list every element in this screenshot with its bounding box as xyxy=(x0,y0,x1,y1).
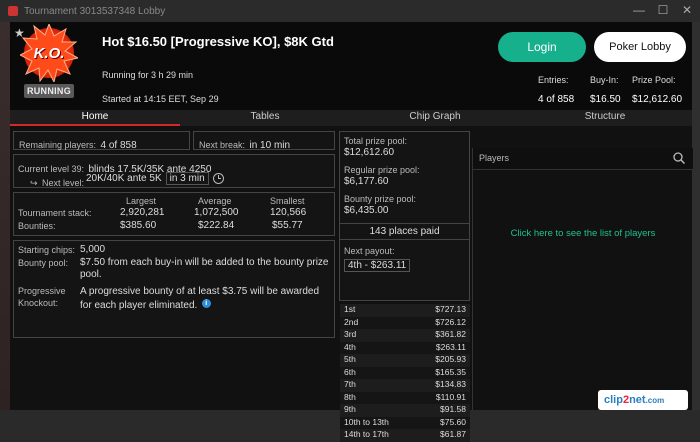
next-break-value: in 10 min xyxy=(249,140,291,151)
running-duration: Running for 3 h 29 min xyxy=(102,70,194,80)
tournament-header: ★ K.O. RUNNING Hot $16.50 [Progressive K… xyxy=(10,22,692,110)
info-icon[interactable]: i xyxy=(201,299,211,309)
tournament-info-box: Starting chips: 5,000 Bounty pool: $7.50… xyxy=(13,240,335,338)
remaining-players-value: 4 of 858 xyxy=(100,140,137,151)
bounty-prize-value: $6,435.00 xyxy=(344,205,389,216)
background-window-edge-right xyxy=(692,22,700,410)
knockout-badge-icon: K.O. xyxy=(20,24,78,82)
progressive-knockout-value: A progressive bounty of at least $3.75 w… xyxy=(80,286,320,311)
next-level-arrow-icon: ↪ xyxy=(30,178,38,188)
regular-prize-label: Regular prize pool: xyxy=(344,165,420,175)
next-payout-value: 4th - $263.11 xyxy=(344,259,411,272)
prize-pool-box: Total prize pool: $12,612.60 Regular pri… xyxy=(339,131,470,223)
login-button[interactable]: Login xyxy=(498,32,586,62)
payout-row: 1st $727.13 xyxy=(340,304,470,317)
payout-info-box: 143 places paid Next payout: 4th - $263.… xyxy=(339,223,470,301)
payout-row: 8th $110.91 xyxy=(340,391,470,404)
prizepool-value: $12,612.60 xyxy=(632,94,683,105)
search-icon[interactable] xyxy=(673,152,685,164)
stack-largest: 2,920,281 xyxy=(120,207,165,218)
bounty-smallest: $55.77 xyxy=(272,220,303,231)
prizepool-label: Prize Pool: xyxy=(632,75,676,85)
regular-prize-value: $6,177.60 xyxy=(344,176,389,187)
largest-header: Largest xyxy=(126,196,157,206)
poker-lobby-button[interactable]: Poker Lobby xyxy=(594,32,686,62)
tournament-title: Hot $16.50 [Progressive KO], $8K Gtd xyxy=(102,34,334,49)
bounty-average: $222.84 xyxy=(198,220,235,231)
app-logo-icon xyxy=(8,6,18,16)
average-header: Average xyxy=(198,196,232,206)
progressive-knockout-text: A progressive bounty of at least $3.75 w… xyxy=(80,284,330,312)
stack-stats-box: Largest Average Smallest Tournament stac… xyxy=(13,192,335,236)
levels-box: Current level 39: blinds 17.5K/35K ante … xyxy=(13,154,335,188)
ko-badge-text: K.O. xyxy=(33,44,65,62)
stack-average: 1,072,500 xyxy=(194,207,239,218)
buyin-label: Buy-In: xyxy=(590,75,619,85)
players-header: Players xyxy=(473,148,693,170)
bounty-pool-value: $7.50 from each buy-in will be added to … xyxy=(80,257,329,280)
payout-row: 9th $91.58 xyxy=(340,404,470,417)
players-title: Players xyxy=(479,153,510,163)
next-level-label: Next level: xyxy=(42,178,85,188)
next-level-value: 20K/40K ante 5K xyxy=(86,173,162,184)
next-break-box: Next break: in 10 min xyxy=(193,131,335,151)
bounty-pool-label: Bounty pool: xyxy=(18,258,69,268)
entries-label: Entries: xyxy=(538,75,569,85)
tournament-lobby-window: ★ K.O. RUNNING Hot $16.50 [Progressive K… xyxy=(10,22,693,442)
total-prize-label: Total prize pool: xyxy=(344,136,408,146)
tab-home[interactable]: Home xyxy=(10,110,180,126)
buyin-value: $16.50 xyxy=(590,94,621,105)
payout-row: 6th $165.35 xyxy=(340,366,470,379)
stack-smallest: 120,566 xyxy=(270,207,307,218)
window-controls: — ☐ ✕ xyxy=(632,3,694,17)
tab-structure[interactable]: Structure xyxy=(520,110,690,126)
payout-row: 7th $134.83 xyxy=(340,379,470,392)
payout-row: 2nd $726.12 xyxy=(340,316,470,329)
show-players-link[interactable]: Click here to see the list of players xyxy=(473,228,693,239)
next-payout-label: Next payout: xyxy=(344,246,395,256)
bounties-label: Bounties: xyxy=(18,221,56,231)
site-watermark-logo: clip 2 net .com xyxy=(598,390,688,410)
payout-row: 14th to 17th $61.87 xyxy=(340,429,470,442)
starting-chips-label: Starting chips: xyxy=(18,245,76,255)
clock-icon xyxy=(212,173,224,184)
payout-row: 5th $205.93 xyxy=(340,354,470,367)
home-content: Remaining players: 4 of 858 Next break: … xyxy=(10,126,693,442)
total-prize-value: $12,612.60 xyxy=(344,147,395,158)
next-level-countdown: in 3 min xyxy=(165,172,209,185)
payout-row: 4th $263.11 xyxy=(340,341,470,354)
maximize-button[interactable]: ☐ xyxy=(656,3,670,17)
starting-chips-value: 5,000 xyxy=(80,244,106,255)
payout-row: 10th to 13th $75.60 xyxy=(340,416,470,429)
bounty-largest: $385.60 xyxy=(120,220,157,231)
payout-row: 3rd $361.82 xyxy=(340,329,470,342)
background-window-edge xyxy=(0,22,10,410)
close-button[interactable]: ✕ xyxy=(680,3,694,17)
window-title: Tournament 3013537348 Lobby xyxy=(24,5,166,17)
payout-table: 1st $727.13 2nd $726.12 3rd $361.82 4th $263… xyxy=(340,304,470,442)
tab-tables[interactable]: Tables xyxy=(180,110,350,126)
status-badge: RUNNING xyxy=(24,84,74,98)
remaining-players-label: Remaining players: xyxy=(19,140,97,150)
next-break-label: Next break: xyxy=(199,140,246,150)
bounty-prize-label: Bounty prize pool: xyxy=(344,194,417,204)
minimize-button[interactable]: — xyxy=(632,3,646,17)
tab-chip-graph[interactable]: Chip Graph xyxy=(350,110,520,126)
start-time: Started at 14:15 EET, Sep 29 xyxy=(102,94,219,104)
remaining-players-box: Remaining players: 4 of 858 xyxy=(13,131,190,151)
players-panel: Players Click here to see the list of pl… xyxy=(472,148,693,410)
smallest-header: Smallest xyxy=(270,196,305,206)
entries-value: 4 of 858 xyxy=(538,94,575,105)
tournament-stack-label: Tournament stack: xyxy=(18,208,92,218)
window-titlebar: Tournament 3013537348 Lobby — ☐ ✕ xyxy=(0,0,700,22)
progressive-knockout-label: Progressive Knockout: xyxy=(18,286,66,308)
lobby-tabs: Home Tables Chip Graph Structure xyxy=(10,110,692,126)
places-paid: 143 places paid xyxy=(340,224,469,240)
